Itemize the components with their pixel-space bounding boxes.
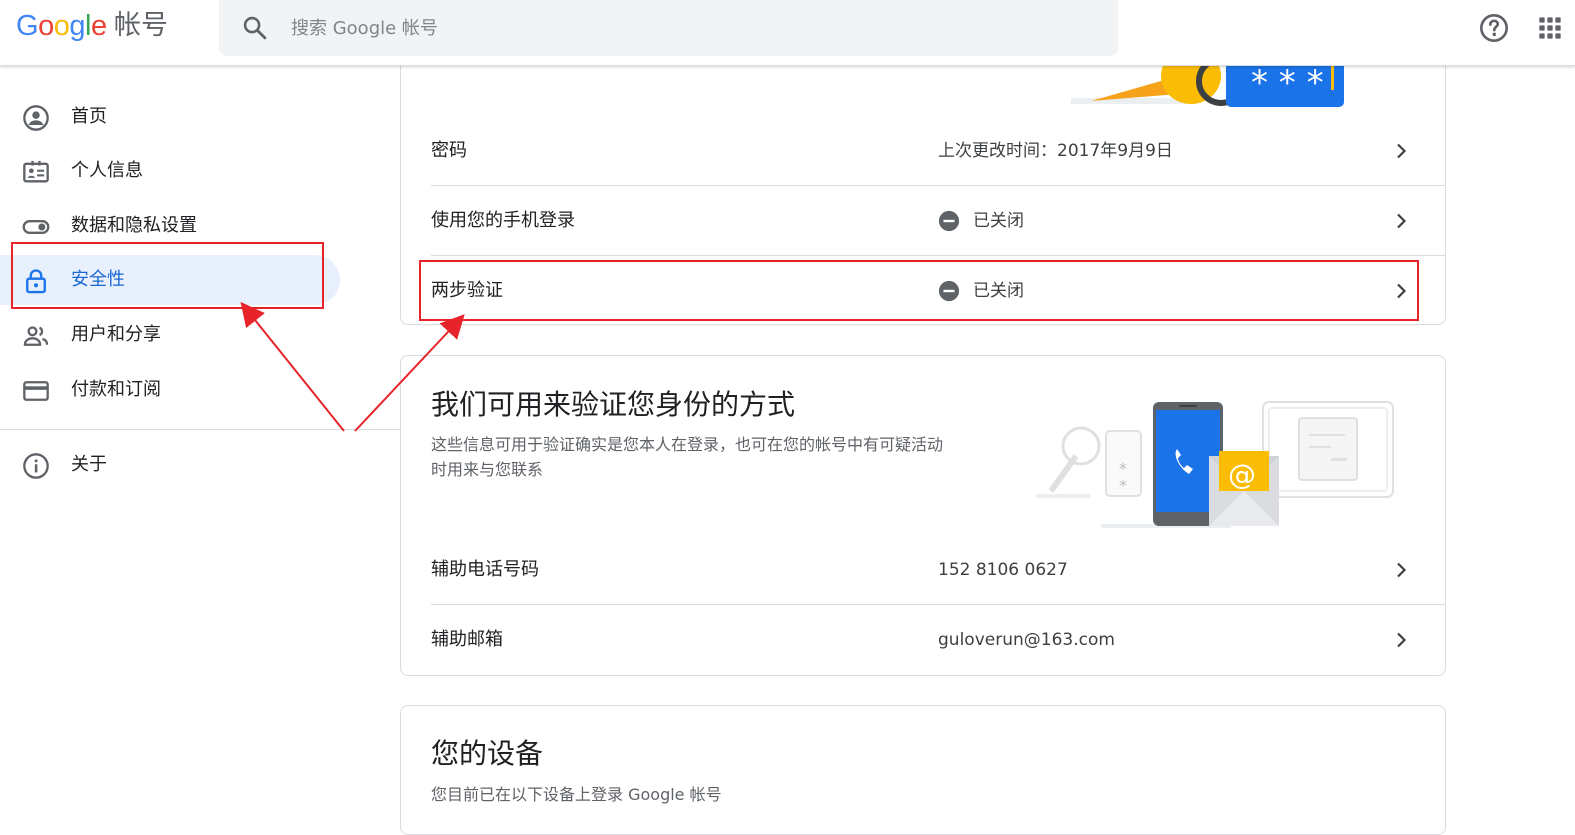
top-bar: Google 帐号 [0,0,1575,66]
card-title: 您的设备 [431,737,544,770]
verification-illustration: * * @ [1036,401,1394,528]
sidebar-item-label: 个人信息 [71,160,143,181]
google-logo[interactable]: Google [16,8,107,44]
sidebar-nav: 首页 个人信息 数据和隐私设置 安全性 用户和分享 付款和订阅 关于 [0,66,400,816]
recovery-email-row[interactable]: 辅助邮箱 guloverun@163.com [431,605,1446,675]
help-icon[interactable] [1478,12,1510,44]
row-label: 辅助邮箱 [431,629,503,650]
info-icon [23,453,49,479]
row-value: guloverun@163.com [938,630,1115,650]
people-icon [23,326,49,346]
toggle-icon [22,220,50,234]
product-name: 帐号 [114,10,168,41]
sidebar-item-label: 数据和隐私设置 [71,215,197,236]
sidebar-item-label: 首页 [71,106,107,127]
status-text: 已关闭 [973,211,1024,231]
password-row[interactable]: 密码 上次更改时间：2017年9月9日 [431,116,1446,186]
search-input[interactable] [291,10,1071,46]
row-value: 上次更改时间：2017年9月9日 [938,141,1173,161]
card-title: 我们可用来验证您身份的方式 [431,388,796,421]
card-description: 这些信息可用于验证确实是您本人在登录，也可在您的帐号中有可疑活动 [431,435,944,454]
recovery-phone-row[interactable]: 辅助电话号码 152 8106 0627 [431,535,1446,605]
apps-icon[interactable] [1534,12,1566,44]
account-circle-icon [23,105,49,131]
sidebar-item-label: 付款和订阅 [71,379,161,400]
sidebar-item-label: 用户和分享 [71,324,161,345]
svg-text:*: * [1119,476,1127,495]
sidebar-item-label: 关于 [71,454,107,475]
chevron-right-icon [1397,143,1407,159]
chevron-right-icon [1397,562,1407,578]
search-box[interactable] [219,0,1118,56]
row-value: 152 8106 0627 [938,560,1068,580]
row-label: 使用您的手机登录 [431,210,575,231]
annotation-box-security [11,242,324,309]
phone-signin-row[interactable]: 使用您的手机登录 已关闭 [431,186,1446,256]
off-icon [938,210,960,232]
card-description: 您目前已在以下设备上登录 Google 帐号 [431,785,722,804]
sidebar-item-about[interactable]: 关于 [0,440,340,490]
row-label: 辅助电话号码 [431,559,539,580]
search-icon[interactable] [241,14,269,42]
chevron-right-icon [1397,632,1407,648]
svg-text:* * *: * * * [1251,63,1324,103]
card-description: 时用来与您联系 [431,460,544,479]
sidebar-item-payments[interactable]: 付款和订阅 [0,365,340,415]
sidebar-item-people-sharing[interactable]: 用户和分享 [0,310,340,360]
svg-text:@: @ [1228,458,1256,491]
sidebar-item-home[interactable]: 首页 [0,92,340,142]
row-label: 密码 [431,140,467,161]
sidebar-item-personal-info[interactable]: 个人信息 [0,146,340,196]
id-card-icon [23,160,49,183]
verify-identity-card: 我们可用来验证您身份的方式 这些信息可用于验证确实是您本人在登录，也可在您的帐号… [400,355,1446,676]
sidebar-divider [0,429,400,430]
credit-card-icon [23,381,49,401]
chevron-right-icon [1397,213,1407,229]
annotation-box-two-step [419,260,1419,321]
